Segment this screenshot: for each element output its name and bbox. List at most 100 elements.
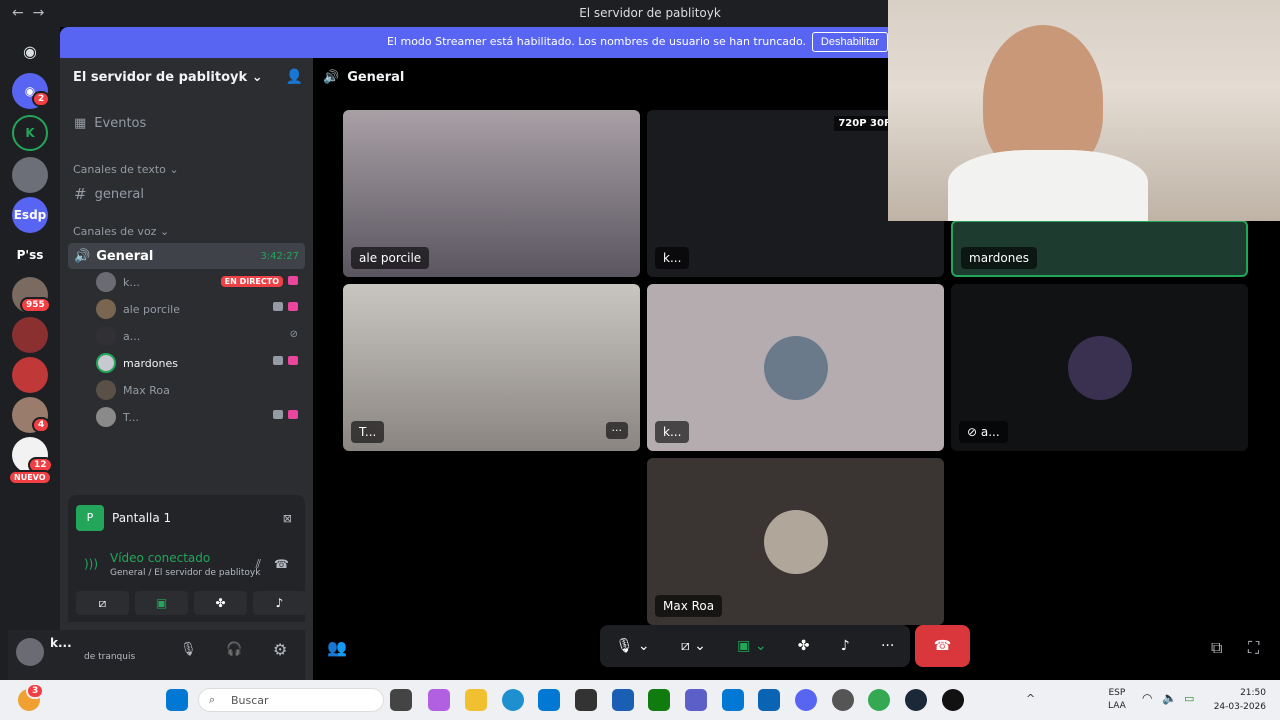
voice-member[interactable]: a... ⊘ xyxy=(96,324,304,348)
video-tile[interactable]: k... xyxy=(647,284,944,451)
settings-gear-icon[interactable]: ⚙ xyxy=(273,640,287,659)
server-icon-avatar[interactable] xyxy=(12,157,48,193)
soundboard-button[interactable]: ♪ xyxy=(841,638,850,654)
wifi-icon[interactable]: ◠ xyxy=(1142,691,1152,705)
share-screen-button[interactable]: ▣ ⌄ xyxy=(737,638,766,654)
video-tile[interactable]: T... ··· xyxy=(343,284,640,451)
channel-general-text[interactable]: # general xyxy=(68,181,305,207)
server-icon-pss[interactable]: P'ss xyxy=(12,237,48,273)
video-tile[interactable]: ⊘ a... xyxy=(951,284,1248,451)
chrome-icon[interactable] xyxy=(868,689,890,711)
events-item[interactable]: ▦ Eventos xyxy=(68,110,305,136)
connection-location: General / El servidor de pablitoyk xyxy=(110,568,261,578)
fullscreen-icon[interactable]: ⛶ xyxy=(1248,638,1259,658)
hang-up-button[interactable]: ☎ xyxy=(915,625,970,667)
voice-member[interactable]: mardones xyxy=(96,351,304,375)
lang-layout: LAA xyxy=(1108,701,1126,711)
voice-member[interactable]: ale porcile xyxy=(96,297,304,321)
server-header[interactable]: El servidor de pablitoyk ⌄ 👤 xyxy=(60,58,313,98)
server-list: ◉ ◉ 2 K Esdp P'ss 955 4 12 NUEVO xyxy=(0,27,60,680)
discord-icon[interactable] xyxy=(795,689,817,711)
voice-category-label: Canales de voz xyxy=(73,225,157,238)
video-tile[interactable]: ale porcile xyxy=(343,110,640,277)
activities-button[interactable]: ✤ xyxy=(194,591,247,615)
disable-streamer-button[interactable]: Deshabilitar xyxy=(811,32,888,52)
popout-icon[interactable]: ⧉ xyxy=(1211,638,1222,658)
user-avatar[interactable] xyxy=(16,638,44,666)
xbox-icon[interactable] xyxy=(648,689,670,711)
mic-button[interactable]: 🎙 ⌄ xyxy=(616,638,650,654)
more-button[interactable]: ··· xyxy=(881,638,894,654)
mic-icon[interactable]: 🎙 xyxy=(180,642,197,657)
channel-header: 🔊 General xyxy=(323,70,404,85)
search-box[interactable]: ⌕ Buscar xyxy=(198,688,384,712)
steam-icon[interactable] xyxy=(905,689,927,711)
camera-icon xyxy=(273,356,283,365)
task-view-icon[interactable] xyxy=(390,689,412,711)
mail-icon[interactable] xyxy=(758,689,780,711)
voice-category[interactable]: Canales de voz ⌄ xyxy=(73,225,169,238)
close-screen-icon[interactable]: ⊠ xyxy=(283,512,292,525)
camera-off-button[interactable]: ⧄ xyxy=(76,591,129,615)
server-icon-avatar-3[interactable] xyxy=(12,317,48,353)
headphones-icon[interactable]: 🎧 xyxy=(226,642,242,657)
camera-button[interactable]: ⧄ ⌄ xyxy=(681,638,706,654)
activities-button[interactable]: ✤ xyxy=(798,638,810,654)
voice-panel-buttons: ⧄ ▣ ✤ ♪ xyxy=(76,591,306,615)
speaker-icon: 🔊 xyxy=(74,248,91,264)
app-icon-3[interactable] xyxy=(942,689,964,711)
screen-share-row[interactable]: P Pantalla 1 ⊠ xyxy=(76,505,298,531)
taskbar-badge: 3 xyxy=(26,683,45,699)
edge-icon[interactable] xyxy=(502,689,524,711)
channel-general-voice[interactable]: 🔊 General 3:42:27 xyxy=(68,243,305,269)
avatar xyxy=(763,335,828,400)
clock[interactable]: 21:50 24-03-2026 xyxy=(1206,686,1266,714)
camera-icon xyxy=(273,302,283,311)
voice-member[interactable]: k... EN DIRECTO xyxy=(96,270,304,294)
avatar xyxy=(96,380,116,400)
activity-icon xyxy=(288,410,298,419)
add-people-icon[interactable]: 👥 xyxy=(327,638,347,657)
voice-member[interactable]: T... xyxy=(96,405,304,429)
activity-icon xyxy=(288,276,298,285)
video-tile[interactable]: mardones xyxy=(951,220,1248,277)
soundboard-button[interactable]: ♪ xyxy=(253,591,306,615)
teams-icon[interactable] xyxy=(685,689,707,711)
app-icon-2[interactable] xyxy=(612,689,634,711)
add-member-icon[interactable]: 👤 xyxy=(286,69,303,85)
file-explorer-icon[interactable] xyxy=(465,689,487,711)
taskbar: 3 ⌕ Buscar ^ ESP LAA ◠ 🔈 ▭ 21:50 24-03-2… xyxy=(0,680,1280,720)
app-icon[interactable] xyxy=(575,689,597,711)
battery-icon[interactable]: ▭ xyxy=(1184,692,1194,705)
avatar xyxy=(96,353,116,373)
muted-mic-icon: ⊘ xyxy=(289,329,298,340)
new-badge: NUEVO xyxy=(8,470,52,485)
text-category[interactable]: Canales de texto ⌄ xyxy=(73,163,179,176)
avatar xyxy=(96,326,116,346)
outlook-icon[interactable] xyxy=(722,689,744,711)
screen-icon: P xyxy=(76,505,104,531)
chevron-up-icon[interactable]: ^ xyxy=(1026,692,1035,705)
share-screen-button[interactable]: ▣ xyxy=(135,591,188,615)
server-icon-esdp[interactable]: Esdp xyxy=(12,197,48,233)
start-button[interactable] xyxy=(166,689,188,711)
video-tile[interactable]: Max Roa xyxy=(647,458,944,625)
volume-icon[interactable]: 🔈 xyxy=(1162,691,1177,705)
live-badge: EN DIRECTO xyxy=(220,276,283,287)
connection-status[interactable]: Vídeo conectado xyxy=(110,551,210,565)
discord-home-icon[interactable]: ◉ xyxy=(12,33,48,69)
member-name: a... xyxy=(123,329,141,343)
chevron-down-icon: ⌄ xyxy=(251,70,263,85)
hash-icon: # xyxy=(74,185,87,203)
noise-suppression-icon[interactable]: ⫽ xyxy=(256,557,261,572)
server-icon-green[interactable]: K xyxy=(12,115,48,151)
store-icon[interactable] xyxy=(538,689,560,711)
voice-member[interactable]: Max Roa xyxy=(96,378,304,402)
overwatch-icon[interactable] xyxy=(832,689,854,711)
lang-indicator[interactable]: ESP LAA xyxy=(1108,687,1126,713)
more-options-icon[interactable]: ··· xyxy=(605,422,628,439)
disconnect-icon[interactable]: ☎ xyxy=(274,557,289,571)
server-icon-avatar-4[interactable] xyxy=(12,357,48,393)
voice-timer: 3:42:27 xyxy=(260,250,299,262)
copilot-icon[interactable] xyxy=(428,689,450,711)
